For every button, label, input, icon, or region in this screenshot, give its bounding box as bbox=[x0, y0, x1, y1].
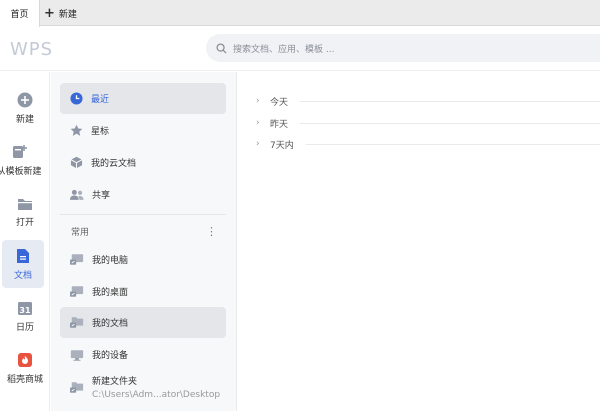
people-icon bbox=[70, 189, 84, 200]
more-options-icon[interactable]: ⋮ bbox=[206, 225, 217, 238]
rail-documents[interactable]: 文档 bbox=[2, 240, 44, 288]
common-section-header: 常用 ⋮ bbox=[71, 225, 217, 238]
header: WPS 搜索文档、应用、模板 ... bbox=[0, 27, 600, 71]
group-yesterday[interactable]: › 昨天 bbox=[256, 115, 600, 131]
clock-icon bbox=[70, 92, 83, 105]
sidebar-item-cloud-docs[interactable]: 我的云文档 bbox=[60, 147, 226, 178]
chevron-right-icon: › bbox=[256, 96, 260, 106]
calendar-icon: 31 bbox=[18, 301, 32, 315]
chevron-right-icon: › bbox=[256, 118, 260, 128]
rail-new-label: 新建 bbox=[15, 114, 34, 125]
group-label: 今天 bbox=[270, 97, 289, 108]
sidebar-item-my-devices[interactable]: 我的设备 bbox=[60, 339, 226, 370]
template-new-icon bbox=[13, 144, 27, 158]
rail-new[interactable]: 新建 bbox=[0, 84, 50, 132]
group-label: 昨天 bbox=[270, 119, 289, 130]
group-within-7-days[interactable]: › 7天内 bbox=[256, 136, 600, 152]
common-section-title: 常用 bbox=[71, 228, 90, 238]
sidebar-item-label: 我的设备 bbox=[92, 351, 129, 361]
sidebar-item-starred[interactable]: 星标 bbox=[60, 115, 226, 146]
tab-home-label: 首页 bbox=[10, 10, 29, 20]
group-divider bbox=[300, 122, 600, 124]
sidebar-item-my-documents[interactable]: 我的文档 bbox=[60, 307, 226, 338]
sidebar-item-label: 星标 bbox=[91, 127, 110, 137]
sidebar-item-label: 我的文档 bbox=[92, 319, 129, 329]
search-placeholder: 搜索文档、应用、模板 ... bbox=[233, 44, 335, 55]
rail-docer-label: 稻壳商城 bbox=[6, 374, 43, 385]
search-icon bbox=[216, 42, 227, 54]
sidebar-item-label: 我的桌面 bbox=[92, 288, 129, 298]
computer-icon bbox=[70, 254, 84, 265]
left-rail: 新建 从模板新建 打开 文档 31 日历 稻壳商城 bbox=[0, 72, 50, 411]
sidebar-item-new-folder[interactable]: 新建文件夹 C:\Users\Adm...ator\Desktop bbox=[60, 370, 226, 404]
group-divider bbox=[300, 100, 600, 102]
svg-text:WPS: WPS bbox=[10, 39, 53, 59]
tab-bar: 首页 + 新建 bbox=[0, 0, 600, 27]
tab-home[interactable]: 首页 bbox=[0, 0, 40, 27]
rail-open-label: 打开 bbox=[15, 217, 34, 228]
rail-documents-label: 文档 bbox=[13, 270, 32, 281]
sidebar-item-label: 我的电脑 bbox=[92, 256, 129, 266]
folder-open-icon bbox=[18, 198, 32, 210]
device-icon bbox=[70, 349, 84, 361]
sidebar-item-label: 共享 bbox=[92, 191, 111, 201]
rail-docer-store[interactable]: 稻壳商城 bbox=[0, 344, 50, 392]
sidebar-item-path: C:\Users\Adm...ator\Desktop bbox=[92, 390, 221, 400]
desktop-icon bbox=[70, 286, 84, 297]
rail-calendar-label: 日历 bbox=[15, 322, 34, 333]
rail-calendar[interactable]: 31 日历 bbox=[0, 292, 50, 340]
search-input[interactable]: 搜索文档、应用、模板 ... bbox=[206, 34, 600, 62]
plus-icon: + bbox=[44, 5, 55, 21]
docer-store-icon bbox=[18, 352, 32, 367]
recent-files-panel: › 今天 › 昨天 › 7天内 bbox=[238, 72, 600, 411]
sidebar-item-label: 我的云文档 bbox=[91, 159, 137, 169]
sidebar-item-my-desktop[interactable]: 我的桌面 bbox=[60, 276, 226, 307]
sidebar-item-recent[interactable]: 最近 bbox=[60, 83, 226, 114]
group-today[interactable]: › 今天 bbox=[256, 93, 600, 109]
rail-open[interactable]: 打开 bbox=[0, 188, 50, 236]
document-icon bbox=[17, 248, 29, 263]
new-tab-label: 新建 bbox=[58, 9, 77, 20]
star-icon bbox=[70, 124, 83, 136]
chevron-right-icon: › bbox=[256, 139, 260, 149]
folder-icon bbox=[70, 381, 84, 393]
plus-circle-icon bbox=[17, 92, 33, 107]
cloud-cube-icon bbox=[70, 156, 83, 169]
rail-template-label: 从模板新建 bbox=[0, 166, 42, 177]
sidebar-item-label: 最近 bbox=[91, 95, 110, 105]
wps-logo: WPS bbox=[10, 39, 66, 62]
new-tab-button[interactable]: + 新建 bbox=[44, 0, 77, 26]
sidebar-item-shared[interactable]: 共享 bbox=[60, 179, 226, 210]
sidebar-item-label: 新建文件夹 bbox=[92, 377, 138, 387]
sidebar-item-my-computer[interactable]: 我的电脑 bbox=[60, 244, 226, 275]
sidebar-divider bbox=[60, 214, 226, 215]
rail-template-new[interactable]: 从模板新建 bbox=[0, 136, 44, 184]
documents-sidebar: 最近 星标 我的云文档 共享 常用 ⋮ 我的电脑 我的桌面 我的文档 我的设备 … bbox=[51, 72, 237, 411]
group-label: 7天内 bbox=[270, 140, 294, 151]
group-divider bbox=[305, 143, 600, 145]
svg-text:31: 31 bbox=[19, 306, 31, 315]
folder-icon bbox=[70, 317, 84, 328]
